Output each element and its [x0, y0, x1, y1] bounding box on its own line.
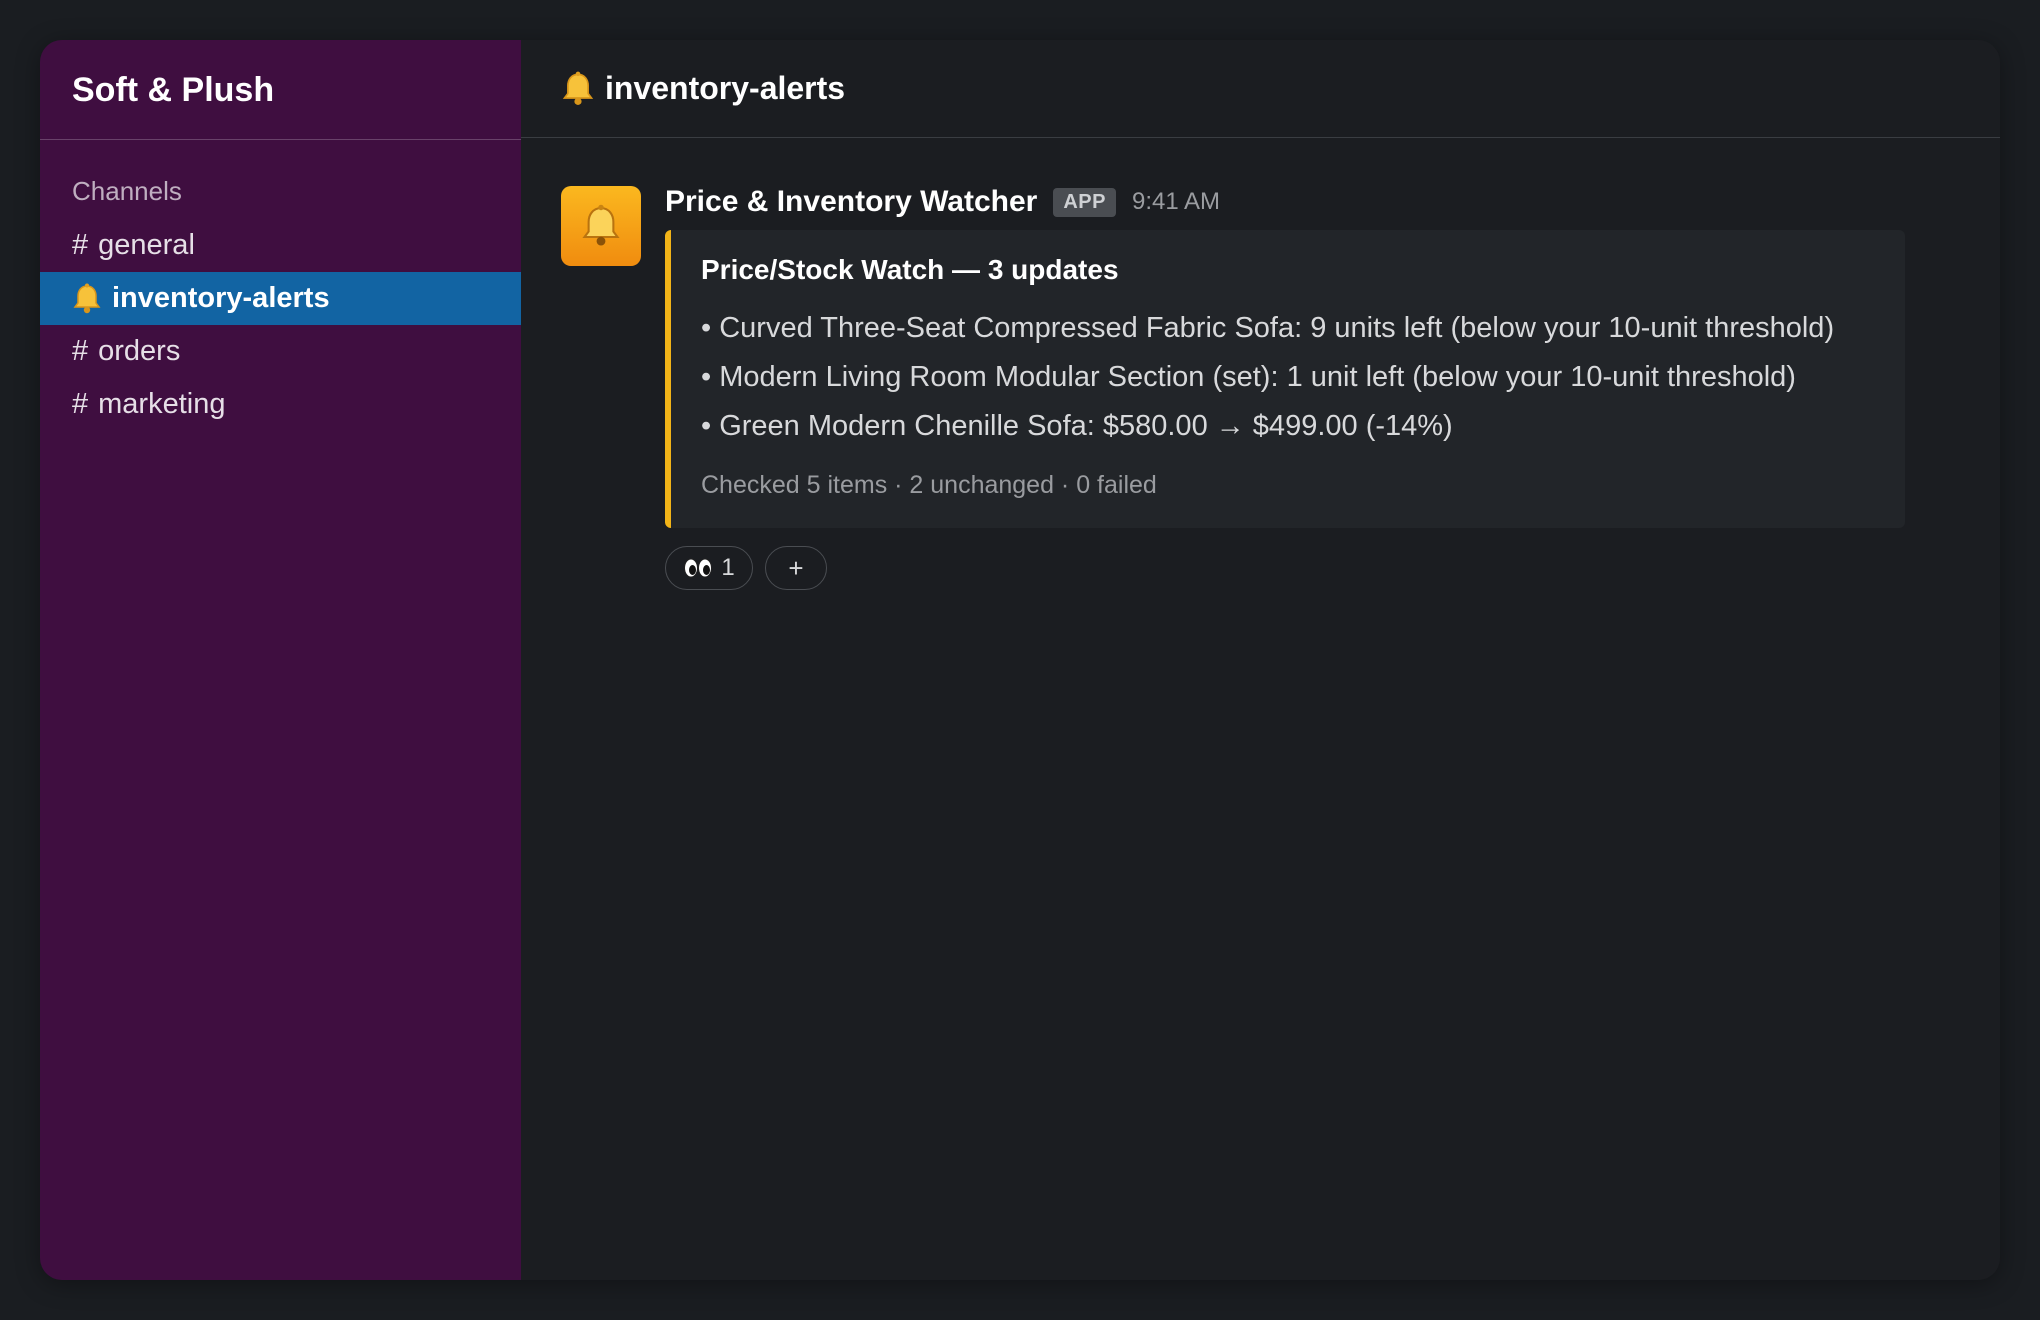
attachment-title: Price/Stock Watch — 3 updates	[701, 254, 1119, 285]
reaction-bar: 1 +	[665, 546, 1905, 590]
message-meta: Price & Inventory Watcher APP 9:41 AM	[665, 182, 1905, 222]
slack-window: Soft & Plush Channels # general inventor…	[40, 40, 2000, 1280]
sidebar-item-orders[interactable]: # orders	[40, 325, 521, 378]
sidebar-item-label: marketing	[98, 388, 226, 420]
sidebar-item-inventory-alerts[interactable]: inventory-alerts	[40, 272, 521, 325]
reaction-count: 1	[721, 554, 735, 581]
channel-list: # general inventory-alerts # orders # ma…	[40, 219, 521, 431]
hash-icon: #	[72, 335, 89, 367]
attachment-item: • Curved Three-Seat Compressed Fabric So…	[701, 312, 1835, 344]
sidebar-item-label: orders	[98, 335, 181, 367]
channel-header: inventory-alerts	[521, 40, 2000, 138]
sidebar: Soft & Plush Channels # general inventor…	[40, 40, 521, 1280]
attachment-item: • Modern Living Room Modular Section (se…	[701, 361, 1796, 393]
bell-icon	[72, 283, 102, 315]
channel-title[interactable]: inventory-alerts	[605, 70, 845, 107]
app-badge: APP	[1053, 187, 1116, 217]
main-pane: inventory-alerts Price & Inventory Watch…	[521, 40, 2000, 1280]
message: Price & Inventory Watcher APP 9:41 AM Pr…	[561, 185, 1960, 590]
sidebar-item-general[interactable]: # general	[40, 219, 521, 272]
hash-icon: #	[72, 229, 89, 261]
message-attachment: Price/Stock Watch — 3 updates • Curved T…	[665, 230, 1905, 528]
attachment-footer: Checked 5 items · 2 unchanged · 0 failed	[701, 471, 1157, 499]
sender-name[interactable]: Price & Inventory Watcher	[665, 185, 1037, 219]
eyes-icon	[683, 557, 713, 579]
sidebar-item-marketing[interactable]: # marketing	[40, 378, 521, 431]
bell-icon	[561, 71, 595, 107]
attachment-item: • Green Modern Chenille Sofa: $580.00 → …	[701, 410, 1453, 442]
reaction-eyes[interactable]: 1	[665, 546, 753, 590]
add-reaction-button[interactable]: +	[765, 546, 827, 590]
bell-icon	[580, 204, 622, 248]
avatar[interactable]	[561, 186, 641, 266]
sidebar-item-label: general	[98, 229, 195, 261]
message-timestamp[interactable]: 9:41 AM	[1132, 188, 1220, 216]
message-list: Price & Inventory Watcher APP 9:41 AM Pr…	[521, 138, 2000, 590]
workspace-header[interactable]: Soft & Plush	[40, 40, 521, 140]
message-body: Price & Inventory Watcher APP 9:41 AM Pr…	[665, 185, 1905, 590]
channels-section-label[interactable]: Channels	[40, 173, 521, 209]
sidebar-item-label: inventory-alerts	[112, 282, 330, 314]
workspace-name: Soft & Plush	[72, 71, 275, 109]
hash-icon: #	[72, 388, 89, 420]
